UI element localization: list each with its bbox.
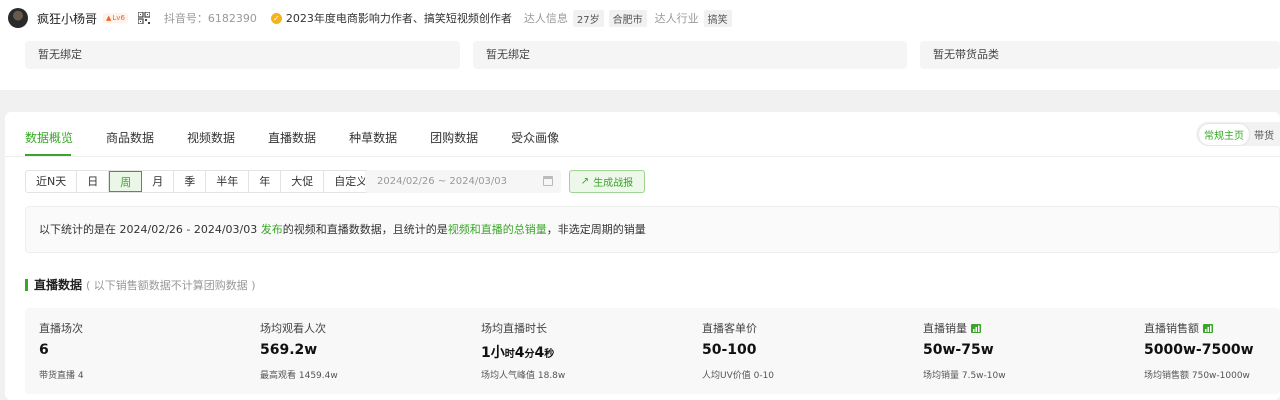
bar-chart-icon[interactable] [1203,323,1213,333]
avatar[interactable] [8,8,28,28]
date-range-value: 2024/02/26 ~ 2024/03/03 [377,176,508,187]
level-badge: ▲ Lv6 [103,13,128,23]
calendar-icon [543,176,553,186]
mode-sales-button[interactable]: 带货 [1249,124,1279,145]
tab-live[interactable]: 直播数据 [268,129,316,146]
data-panel: 数据概览 商品数据 视频数据 直播数据 种草数据 团购数据 受众画像 常规主页 … [5,112,1280,400]
stat-live-revenue: 直播销售额 5000w-7500w 场均销售额 750w-1000w [1144,322,1254,381]
stat-live-sessions: 直播场次 6 带货直播 4 [39,322,84,381]
industry-label: 达人行业 [654,12,699,25]
period-quarter[interactable]: 季 [174,171,207,192]
period-last-n-days[interactable]: 近N天 [26,171,78,192]
qr-code-icon[interactable] [137,12,150,24]
date-range-picker[interactable]: 2024/02/26 ~ 2024/03/03 [365,170,561,193]
stat-live-sales: 直播销量 50w-75w 场均销量 7.5w-10w [923,322,1006,381]
creator-name[interactable]: 疯狂小杨哥 [37,10,97,27]
tab-group-buy[interactable]: 团购数据 [430,129,478,146]
binding-card: 暂无绑定 [25,41,460,69]
category-card: 暂无带货品类 [920,41,1280,69]
homepage-mode-switch: 常规主页 带货 [1196,122,1280,146]
stats-notice: 以下统计的是在 2024/02/26 - 2024/03/03 发布的视频和直播… [25,206,1280,253]
stat-avg-viewers: 场均观看人次 569.2w 最高观看 1459.4w [260,322,338,381]
bar-chart-icon[interactable] [971,323,981,333]
period-promotion[interactable]: 大促 [281,171,325,192]
tab-divider [5,156,1280,157]
section-name: 直播数据 [34,278,83,292]
profile-bar: 疯狂小杨哥 ▲ Lv6 抖音号：6182390 ✓ 2023年度电商影响力作者、… [0,0,1280,36]
age-tag: 27岁 [572,9,604,27]
publish-highlight: 发布 [260,223,283,236]
period-day[interactable]: 日 [77,171,110,192]
creator-info-label: 达人信息 [523,12,568,25]
binding-card: 暂无绑定 [473,41,907,69]
period-year[interactable]: 年 [249,171,282,192]
tab-seeding[interactable]: 种草数据 [349,129,397,146]
verification-badge: ✓ 2023年度电商影响力作者、搞笑短视频创作者 [270,10,512,26]
live-stats-row: 直播场次 6 带货直播 4 场均观看人次 569.2w 最高观看 1459.4w… [25,308,1280,394]
stat-avg-order-value: 直播客单价 50-100 人均UV价值 0-10 [702,322,775,381]
verified-icon: ✓ [270,12,282,24]
period-selector: 近N天 日 周 月 季 半年 年 大促 自定义 [25,170,379,193]
industry-tag: 搞笑 [703,9,732,27]
tab-products[interactable]: 商品数据 [106,129,154,146]
period-half-year[interactable]: 半年 [206,171,250,192]
tab-videos[interactable]: 视频数据 [187,129,235,146]
section-title: 直播数据 ( 以下销售额数据不计算团购数据 ) [25,276,256,293]
data-tabs: 数据概览 商品数据 视频数据 直播数据 种草数据 团购数据 受众画像 [25,129,592,146]
total-sales-highlight: 视频和直播的总销量 [447,223,547,236]
tab-overview[interactable]: 数据概览 [25,129,73,146]
mode-regular-button[interactable]: 常规主页 [1199,123,1249,145]
section-marker [25,278,28,291]
city-tag: 合肥市 [608,9,647,27]
generate-report-button[interactable]: ↗ 生成战报 [569,170,645,193]
tab-audience[interactable]: 受众画像 [511,129,559,146]
douyin-id: 抖音号：6182390 [163,12,257,25]
period-week[interactable]: 周 [109,171,143,192]
duration-value: 1小时4分4秒 [481,345,555,361]
period-month[interactable]: 月 [142,171,175,192]
share-icon: ↗ [580,176,590,187]
level-icon: ▲ [106,14,112,22]
section-note: ( 以下销售额数据不计算团购数据 ) [86,278,256,292]
stat-avg-duration: 场均直播时长 1小时4分4秒 场均人气峰值 18.8w [481,322,566,381]
